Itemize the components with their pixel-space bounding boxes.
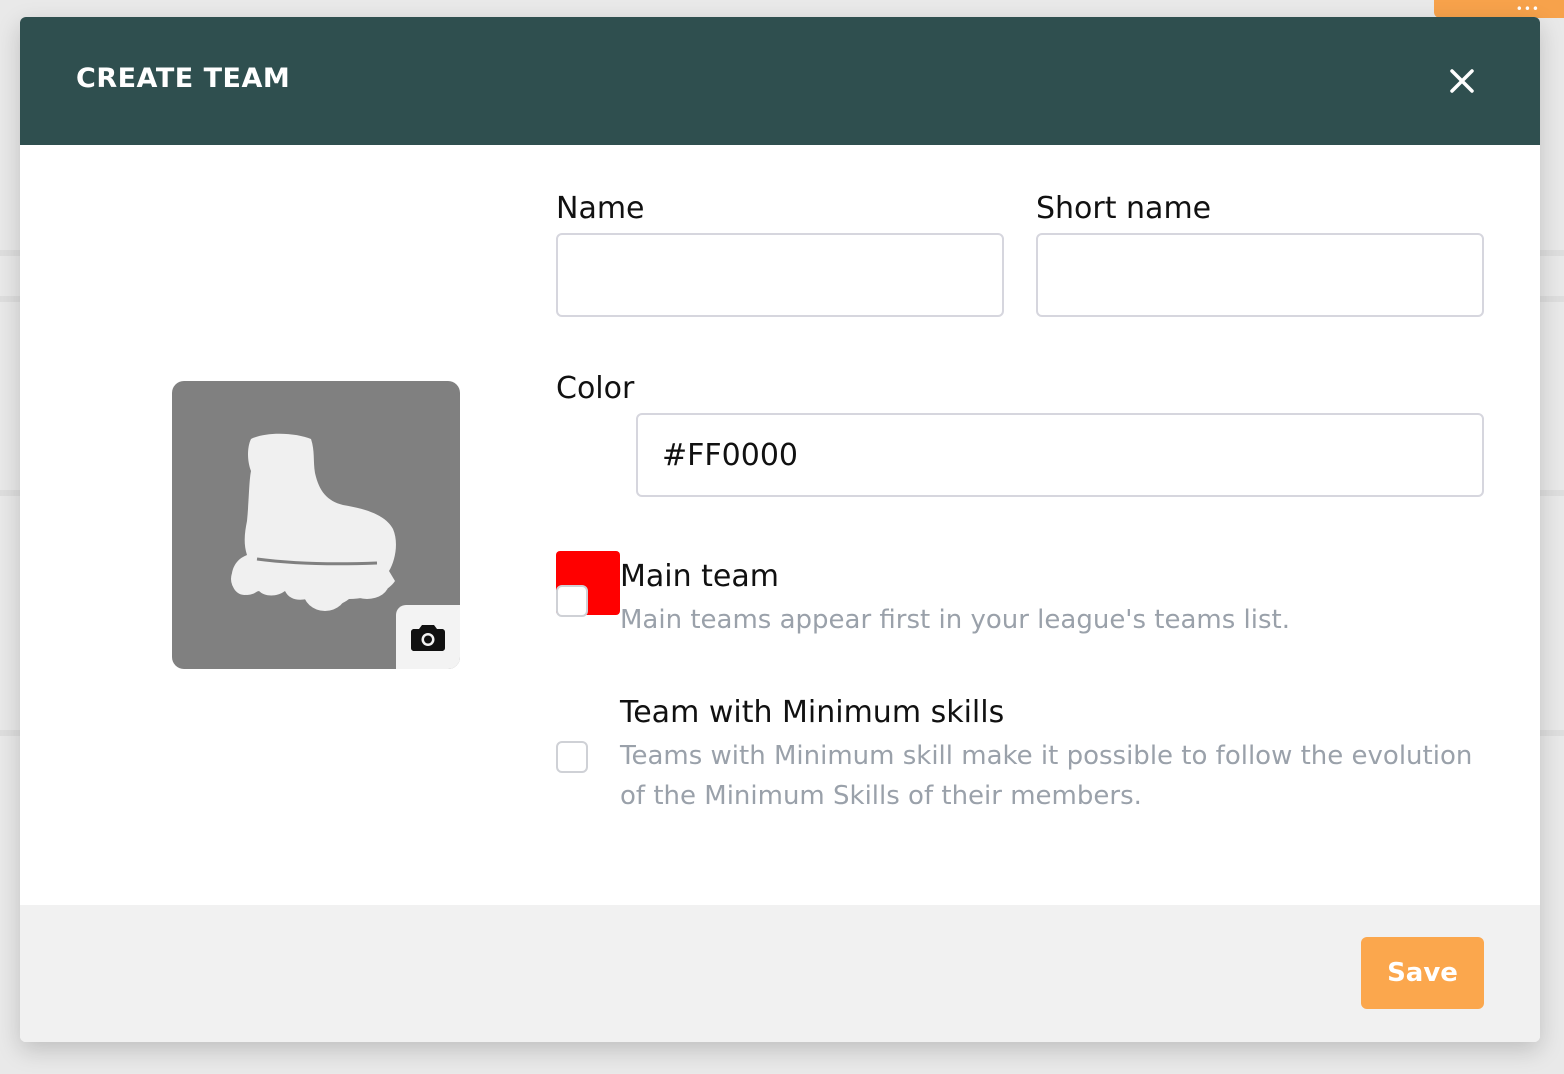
modal-footer: Save bbox=[20, 905, 1540, 1042]
color-input[interactable] bbox=[636, 413, 1484, 497]
upload-logo-button[interactable] bbox=[396, 605, 460, 669]
create-team-modal: CREATE TEAM Name Short name Color #FF000… bbox=[20, 17, 1540, 1042]
close-button[interactable] bbox=[1440, 59, 1484, 103]
modal-title: CREATE TEAM bbox=[76, 63, 291, 94]
minimum-skills-title: Team with Minimum skills bbox=[620, 695, 1005, 730]
minimum-skills-checkbox[interactable] bbox=[556, 741, 588, 773]
main-team-description: Main teams appear first in your league's… bbox=[620, 605, 1290, 635]
short-name-label: Short name bbox=[1036, 191, 1212, 226]
roller-skate-icon bbox=[231, 433, 396, 611]
team-logo[interactable] bbox=[172, 381, 460, 669]
main-team-title: Main team bbox=[620, 559, 779, 594]
camera-icon bbox=[411, 625, 445, 651]
color-label: Color bbox=[556, 371, 635, 406]
save-button[interactable]: Save bbox=[1361, 937, 1484, 1009]
modal-header: CREATE TEAM bbox=[20, 17, 1540, 145]
close-icon bbox=[1450, 69, 1474, 93]
short-name-input[interactable] bbox=[1036, 233, 1484, 317]
name-input[interactable] bbox=[556, 233, 1004, 317]
name-label: Name bbox=[556, 191, 645, 226]
background-action-button bbox=[1434, 0, 1564, 18]
minimum-skills-description: Teams with Minimum skill make it possibl… bbox=[620, 741, 1473, 811]
background-more-icon: ••• bbox=[1515, 2, 1540, 16]
modal-body: Name Short name Color Main team Main tea… bbox=[20, 145, 1540, 905]
main-team-checkbox[interactable] bbox=[556, 585, 588, 617]
